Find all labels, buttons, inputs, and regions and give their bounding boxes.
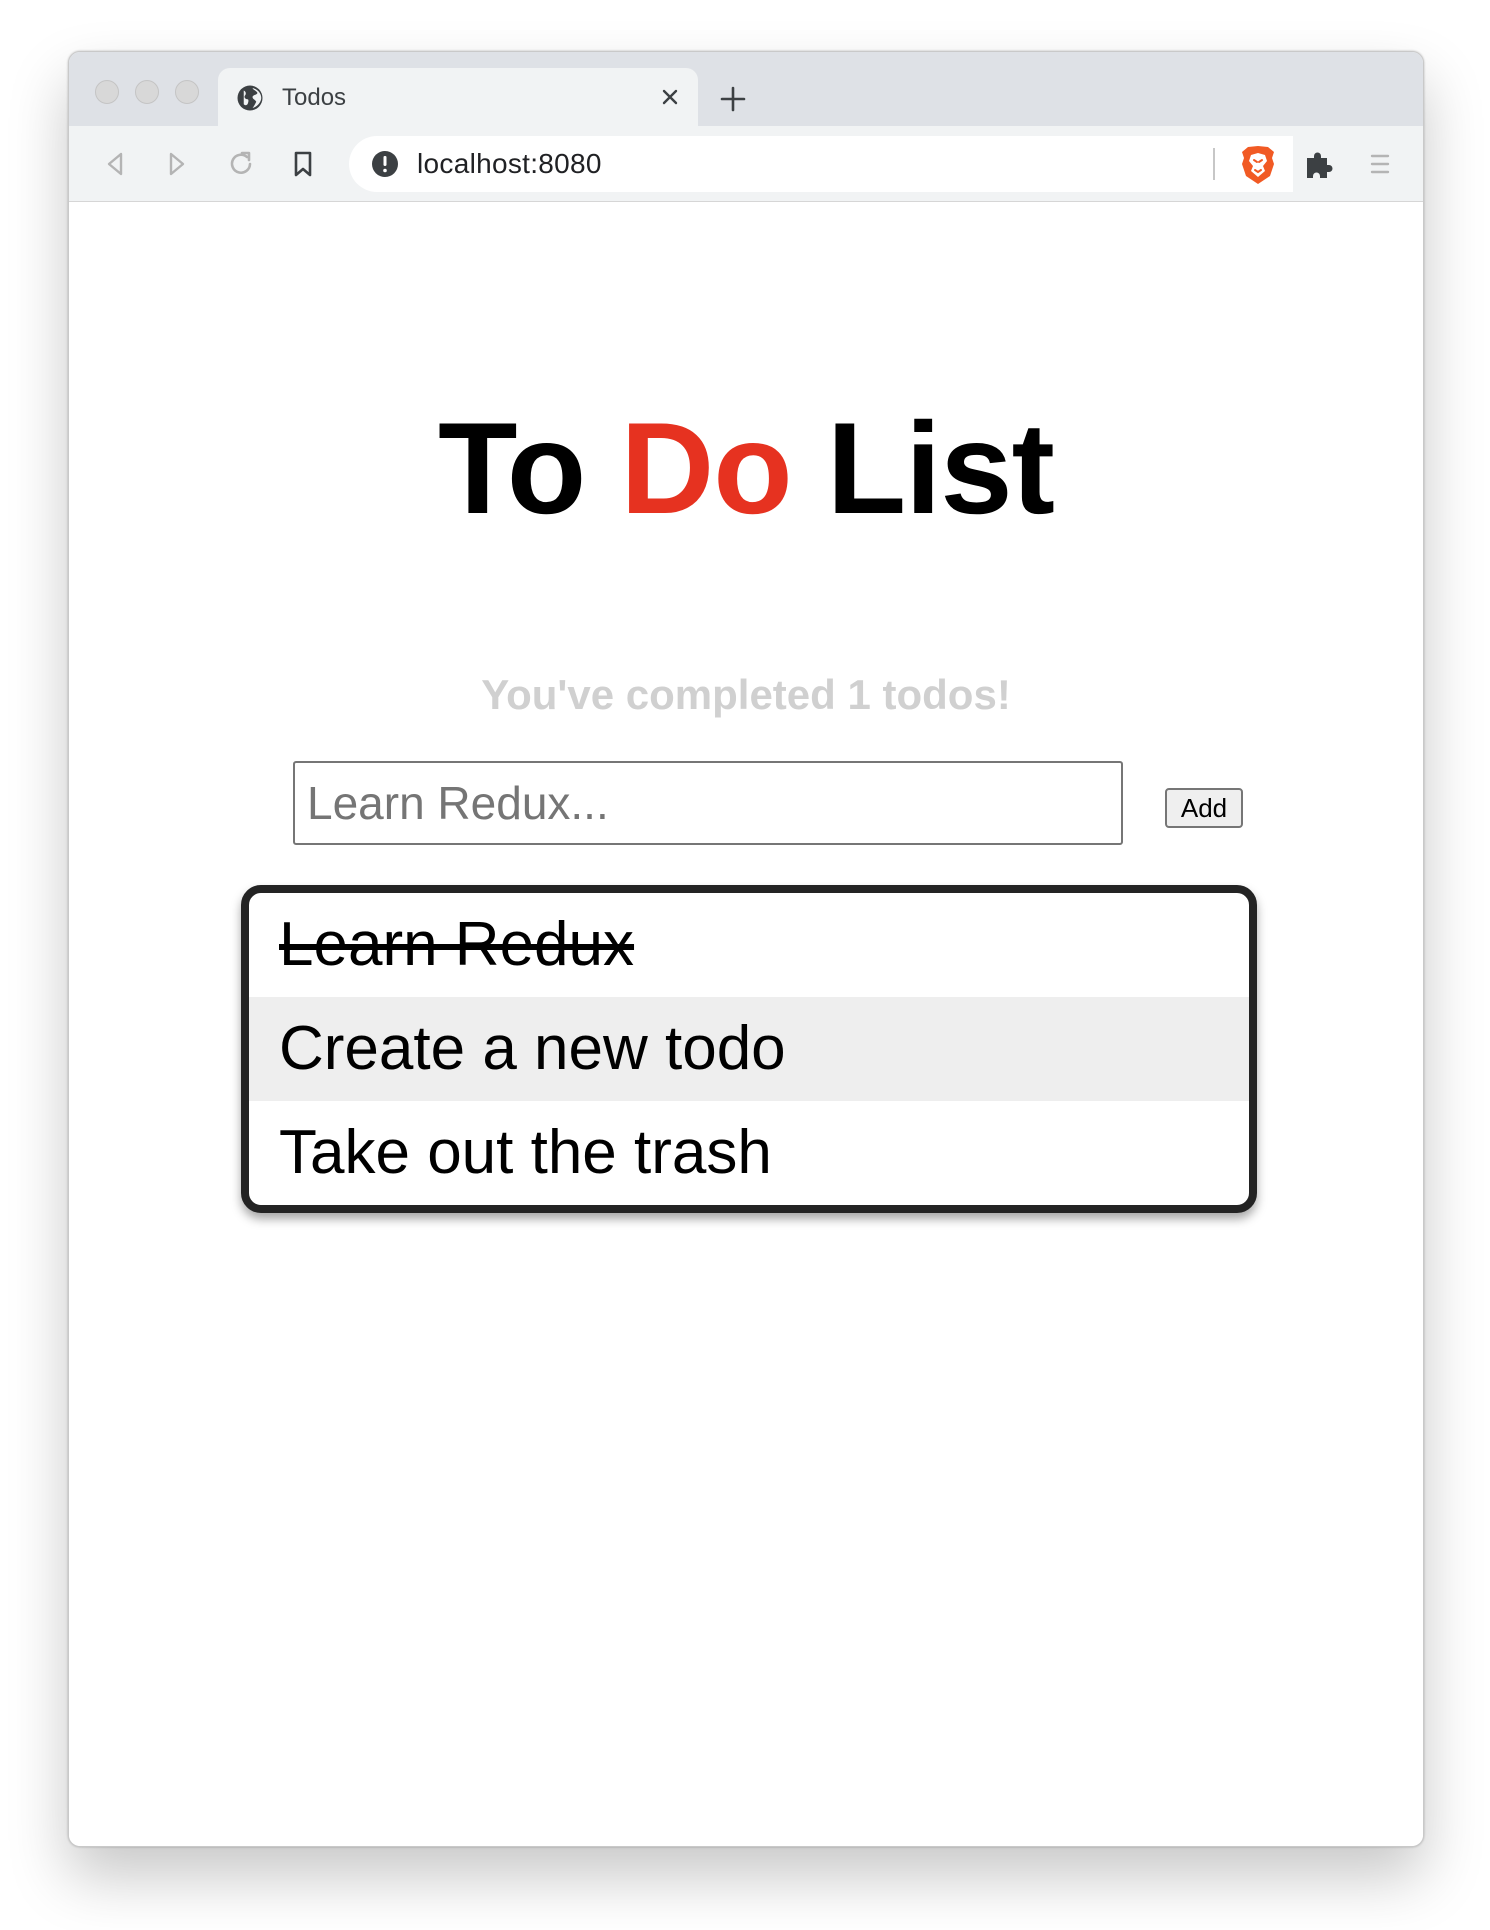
brave-lion-icon [1239,144,1277,186]
puzzle-piece-icon[interactable] [1301,148,1335,182]
add-button[interactable]: Add [1165,788,1243,828]
forward-arrow-icon[interactable] [161,148,193,180]
tab-todos[interactable]: Todos [218,68,698,126]
todo-item[interactable]: Learn Redux [249,893,1249,997]
info-icon[interactable] [371,150,399,178]
zoom-window-button[interactable] [175,80,199,104]
back-arrow-icon[interactable] [99,148,131,180]
tab-title: Todos [282,84,347,111]
page-viewport: To Do List You've completed 1 todos! Add… [69,203,1423,1846]
title-part-to: To [438,395,621,541]
close-window-button[interactable] [95,80,119,104]
minimize-window-button[interactable] [135,80,159,104]
browser-window: Todos localhost:8080 To Do List You've c… [68,51,1424,1847]
url-text[interactable]: localhost:8080 [417,149,602,179]
title-part-list: List [791,395,1055,541]
plus-icon[interactable] [717,83,749,115]
browser-toolbar: localhost:8080 [69,126,1423,202]
completed-count-message: You've completed 1 todos! [481,671,1011,718]
bookmark-icon[interactable] [287,148,319,180]
address-bar-divider [1213,148,1215,180]
title-part-do: Do [620,395,792,541]
tab-strip: Todos [69,52,1423,126]
hamburger-menu-icon[interactable] [1365,148,1395,180]
todo-item[interactable]: Take out the trash [249,1101,1249,1205]
new-todo-input[interactable] [293,761,1123,845]
reload-icon[interactable] [225,148,257,180]
close-icon[interactable] [656,83,684,111]
address-bar[interactable]: localhost:8080 [349,136,1293,192]
todo-list: Learn Redux Create a new todo Take out t… [241,885,1257,1213]
globe-icon [235,83,265,113]
page-title: To Do List [69,393,1423,543]
todo-item[interactable]: Create a new todo [249,997,1249,1101]
brave-shields-button[interactable] [1221,136,1293,192]
